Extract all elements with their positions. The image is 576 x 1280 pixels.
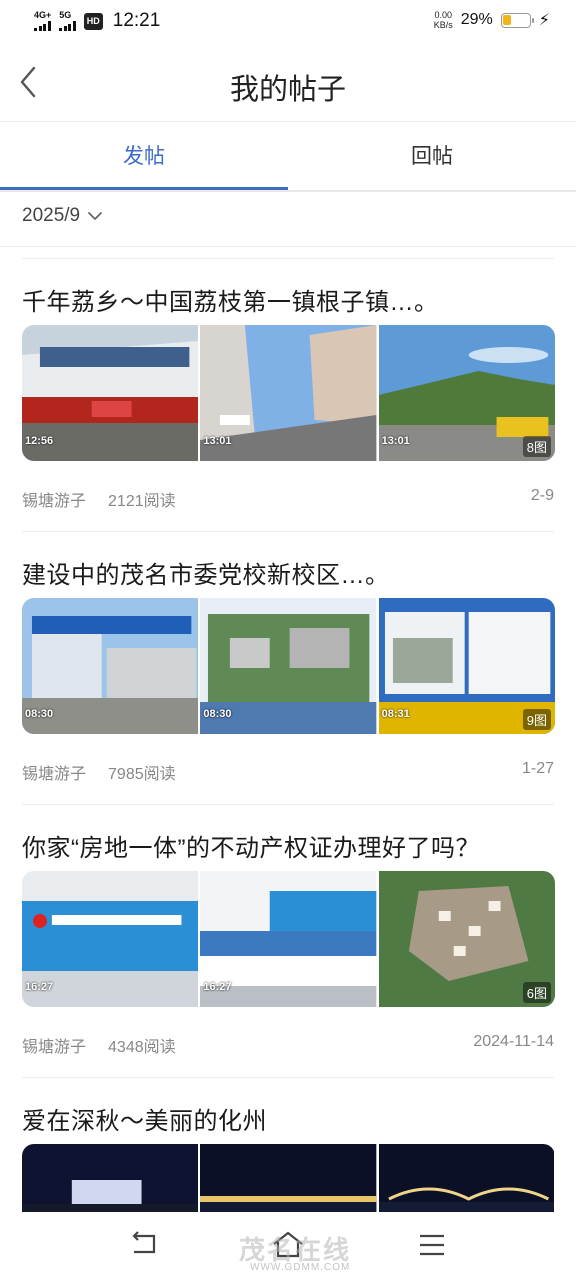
post-divider [22,258,554,259]
photo-count-badge: 9图 [522,709,551,730]
post-thumbnails[interactable]: 16:27 16:27 6图 [22,871,555,1007]
thumbnail-street: 13:01 [200,325,377,461]
post-read-count: 2121阅读 [108,493,176,510]
post-author: 锡塘游子 [22,493,87,510]
menu-icon [420,1234,444,1256]
photo-timestamp: 16:27 [25,981,54,993]
post-divider [22,804,554,805]
back-arrow-icon [132,1231,156,1254]
net-speed-unit: KB/s [433,20,453,30]
chevron-down-icon [88,212,103,220]
nav-menu-button[interactable] [412,1228,452,1262]
page-title: 我的帖子 [229,74,346,106]
post-read-count: 7985阅读 [108,766,176,783]
post-item[interactable]: 你家“房地一体”的不动产权证办理好了吗？ 16:27 16:27 6图 锡塘游子… [22,804,555,1064]
photo-timestamp: 12:56 [25,435,54,447]
photo-count-badge: 6图 [522,982,551,1003]
status-left: 4G+ 5G HD 12:21 [34,10,160,32]
post-meta: 锡塘游子 2121阅读 2-9 [22,487,554,511]
post-divider [22,531,554,532]
thumbnail-site-board: 08:31 9图 [378,598,555,734]
tab-bar: 发帖 回帖 [0,122,576,192]
signal-bars-icon [59,21,76,31]
signal-bars-icon [34,21,51,31]
status-time: 12:21 [112,10,161,31]
app-header: 我的帖子 [0,44,576,122]
post-title: 爱在深秋～美丽的化州 [22,1108,267,1135]
filter-divider [0,246,576,247]
post-divider [22,1077,554,1078]
signal-5g-label: 5G [59,10,72,20]
post-thumbnails[interactable]: 08:30 08:30 08:31 9图 [22,598,555,734]
signal-4g-label: 4G+ [34,10,52,20]
photo-timestamp: 08:30 [203,708,232,720]
photo-timestamp: 08:30 [25,708,54,720]
battery-level-fill [503,15,511,25]
thumbnail-night-bridge [378,1144,554,1212]
thumbnail-construction-gate: 08:30 [22,598,199,734]
tabs-divider [0,190,576,192]
photo-timestamp: 13:01 [381,435,410,447]
thumbnail-night-building [22,1144,199,1212]
post-date: 2-9 [530,487,554,504]
month-filter-dropdown[interactable]: 2025/9 [22,205,104,227]
photo-timestamp: 08:31 [381,708,410,720]
nav-back-button[interactable] [124,1228,164,1262]
photo-count-badge: 8图 [522,436,551,457]
photo-timestamp: 16:27 [203,981,232,993]
battery-icon [500,12,534,28]
thumbnail-mountain: 13:01 8图 [378,325,555,461]
post-author: 锡塘游子 [22,766,87,783]
signal-5g: 5G [59,11,76,31]
thumbnail-service-hall: 16:27 [200,871,377,1007]
post-read-count: 4348阅读 [108,1039,176,1056]
post-title: 千年荔乡～中国荔枝第一镇根子镇…。 [22,289,439,316]
net-speed-value: 0.00 [434,10,452,20]
thumbnail-aerial-map: 6图 [378,871,555,1007]
post-thumbnails[interactable] [22,1144,554,1212]
photo-timestamp: 13:01 [203,435,232,447]
battery-percent: 29% [460,11,493,28]
post-item[interactable]: 建设中的茂名市委党校新校区…。 08:30 08:30 08:31 9图 锡塘游… [22,531,555,791]
hd-voice-icon: HD [83,12,103,30]
post-item[interactable]: 爱在深秋～美丽的化州 [22,1077,554,1212]
month-filter-value: 2025/9 [22,205,81,226]
thumbnail-night-river [200,1144,377,1212]
post-meta: 锡塘游子 4348阅读 2024-11-14 [22,1033,554,1057]
tab-posts[interactable]: 发帖 [0,122,288,192]
post-title: 建设中的茂名市委党校新校区…。 [22,562,390,589]
post-thumbnails[interactable]: 12:56 13:01 13:01 8图 [22,325,555,461]
status-bar: 4G+ 5G HD 12:21 0.00 KB/s 29% ⚡ [0,0,576,44]
status-right: 0.00 KB/s 29% ⚡ [434,10,550,30]
thumbnail-campus-plan: 08:30 [200,598,377,734]
net-speed: 0.00 KB/s [434,10,453,30]
post-item[interactable]: 千年荔乡～中国荔枝第一镇根子镇…。 12:56 13:01 13:01 8图 锡… [22,258,555,518]
post-date: 2024-11-14 [473,1033,554,1050]
charging-icon: ⚡ [538,12,550,29]
post-meta: 锡塘游子 7985阅读 1-27 [22,760,554,784]
post-date: 1-27 [521,760,554,777]
thumbnail-service-center-sign: 16:27 [22,871,199,1007]
post-author: 锡塘游子 [22,1039,87,1056]
thumbnail-market-gate: 12:56 [22,325,199,461]
post-title: 你家“房地一体”的不动产权证办理好了吗？ [22,835,480,862]
signal-4g: 4G+ [34,11,51,31]
site-watermark-url: WWW.GDMM.COM [250,1262,351,1273]
tab-replies[interactable]: 回帖 [288,122,576,192]
